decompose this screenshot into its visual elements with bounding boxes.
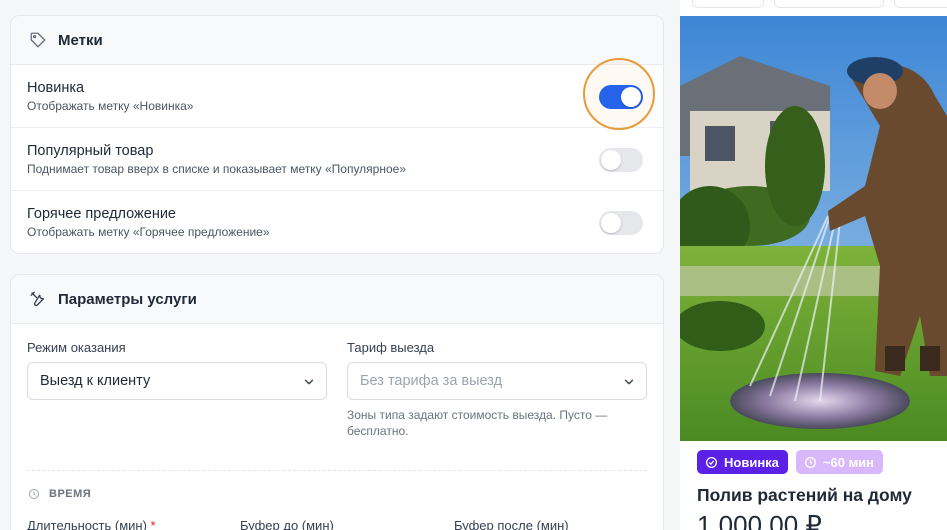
required-mark: * xyxy=(150,518,156,530)
product-photo-image xyxy=(680,16,947,441)
tools-icon xyxy=(28,289,48,309)
preview-topbar xyxy=(680,0,947,16)
badge-duration: ~60 мин xyxy=(795,450,884,474)
labels-card: Метки Новинка Отображать метку «Новинка»… xyxy=(10,15,664,254)
label-name: Горячее предложение xyxy=(27,206,176,222)
tariff-label: Тариф выезда xyxy=(347,340,435,355)
tariff-select[interactable]: Без тарифа за выезд xyxy=(347,362,647,400)
mode-label: Режим оказания xyxy=(27,340,126,355)
label-row-hot: Горячее предложение Отображать метку «Го… xyxy=(11,191,663,254)
label-row-popular: Популярный товар Поднимает товар вверх в… xyxy=(11,128,663,191)
tariff-hint: Зоны типа задают стоимость выезда. Пусто… xyxy=(347,408,608,438)
chevron-down-icon xyxy=(304,379,314,385)
badge-new: Новинка xyxy=(697,450,788,474)
page: Метки Новинка Отображать метку «Новинка»… xyxy=(0,0,947,530)
chevron-down-icon xyxy=(624,379,634,385)
product-photo xyxy=(680,16,947,441)
toggle-knob xyxy=(601,150,621,170)
mode-select[interactable]: Выезд к клиенту xyxy=(27,362,327,400)
product-form: Метки Новинка Отображать метку «Новинка»… xyxy=(0,0,680,530)
service-params-card: Параметры услуги Режим оказания Выезд к … xyxy=(10,274,664,530)
toggle-popular[interactable] xyxy=(599,148,643,172)
label-desc: Отображать метку «Новинка» xyxy=(27,99,194,113)
service-card-header: Параметры услуги xyxy=(11,275,663,324)
label-name: Популярный товар xyxy=(27,143,154,159)
product-preview: Новинка ~60 мин Полив растений на дому 1… xyxy=(680,0,947,530)
buffer-before-label: Буфер до (мин) xyxy=(240,518,334,530)
label-name: Новинка xyxy=(27,80,85,96)
toggle-hot[interactable] xyxy=(599,211,643,235)
tag-icon xyxy=(28,30,48,50)
toggle-knob xyxy=(621,87,641,107)
label-desc: Поднимает товар вверх в списке и показыв… xyxy=(27,162,406,176)
clock-icon xyxy=(29,489,39,499)
badge-new-label: Новинка xyxy=(724,454,779,470)
labels-card-title: Метки xyxy=(58,31,103,49)
duration-label-text: Длительность (мин) xyxy=(27,518,147,530)
preview-tab[interactable] xyxy=(894,0,947,8)
duration-label: Длительность (мин) * xyxy=(27,518,156,530)
label-row-new: Новинка Отображать метку «Новинка» xyxy=(11,58,663,130)
badge-duration-label: ~60 мин xyxy=(822,454,875,470)
preview-tab[interactable] xyxy=(774,0,884,8)
preview-tab[interactable] xyxy=(692,0,764,8)
time-section-label: ВРЕМЯ xyxy=(49,488,92,500)
mode-select-value: Выезд к клиенту xyxy=(40,373,151,389)
labels-card-header: Метки xyxy=(11,16,663,65)
buffer-after-label: Буфер после (мин) xyxy=(454,518,569,530)
toggle-knob xyxy=(601,213,621,233)
clock-icon xyxy=(804,456,816,468)
label-desc: Отображать метку «Горячее предложение» xyxy=(27,225,270,239)
badge-check-icon xyxy=(705,456,718,468)
time-section-title: ВРЕМЯ xyxy=(28,488,91,500)
preview-badges: Новинка ~60 мин xyxy=(697,450,884,474)
preview-title: Полив растений на дому xyxy=(697,485,912,505)
preview-price: 1 000,00 ₽ xyxy=(697,510,822,530)
toggle-new[interactable] xyxy=(599,85,643,109)
service-card-title: Параметры услуги xyxy=(58,290,197,308)
tariff-select-placeholder: Без тарифа за выезд xyxy=(360,373,503,389)
divider xyxy=(27,470,647,471)
